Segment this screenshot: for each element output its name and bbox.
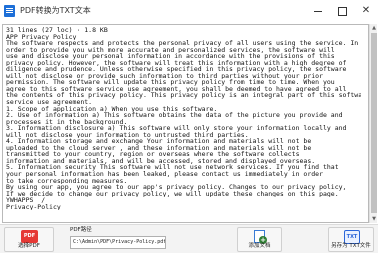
scroll-down-icon[interactable]: ▼ bbox=[371, 215, 377, 223]
pdf-file-icon: PDF bbox=[21, 230, 38, 243]
text-line: If we decide to change our privacy polic… bbox=[6, 190, 339, 198]
scroll-thumb[interactable] bbox=[371, 33, 377, 213]
maximize-button[interactable] bbox=[330, 0, 354, 22]
pdf-path-input[interactable]: C:\Admin\PDF\Privacy-Policy.pdf bbox=[70, 236, 166, 249]
select-pdf-label: 选择PDF bbox=[18, 243, 40, 249]
minimize-button[interactable] bbox=[306, 0, 330, 22]
add-document-icon: + bbox=[253, 230, 267, 244]
title-bar: PDF转换为TXT文本 ✕ bbox=[0, 0, 378, 22]
app-icon bbox=[4, 5, 15, 17]
add-document-label: 添加文档 bbox=[248, 243, 271, 249]
bottom-toolbar: PDF 选择PDF PDF路径 C:\Admin\PDF\Privacy-Pol… bbox=[0, 224, 378, 253]
pdf-path-group: PDF路径 C:\Admin\PDF\Privacy-Policy.pdf bbox=[70, 227, 166, 252]
text-content-area[interactable]: 31 lines (27 loc) · 1.8 KB APP Privacy Po… bbox=[2, 24, 369, 223]
vertical-scrollbar[interactable]: ▲ ▼ bbox=[369, 24, 377, 223]
scroll-up-icon[interactable]: ▲ bbox=[371, 24, 377, 32]
add-document-button[interactable]: + 添加文档 bbox=[237, 227, 282, 252]
save-as-txt-label: 另存为 TXT文件 bbox=[331, 243, 371, 249]
select-pdf-button[interactable]: PDF 选择PDF bbox=[4, 227, 54, 252]
app-window: PDF转换为TXT文本 ✕ 31 lines (27 loc) · 1.8 KB… bbox=[0, 0, 378, 253]
text-line: Privacy-Policy bbox=[6, 203, 61, 211]
pdf-path-label: PDF路径 bbox=[70, 227, 92, 233]
text-content: 31 lines (27 loc) · 1.8 KB APP Privacy Po… bbox=[6, 27, 361, 210]
window-title: PDF转换为TXT文本 bbox=[20, 6, 91, 15]
txt-file-icon: TXT bbox=[344, 230, 360, 244]
save-as-txt-button[interactable]: TXT 另存为 TXT文件 bbox=[328, 227, 374, 252]
close-button[interactable]: ✕ bbox=[354, 0, 378, 22]
